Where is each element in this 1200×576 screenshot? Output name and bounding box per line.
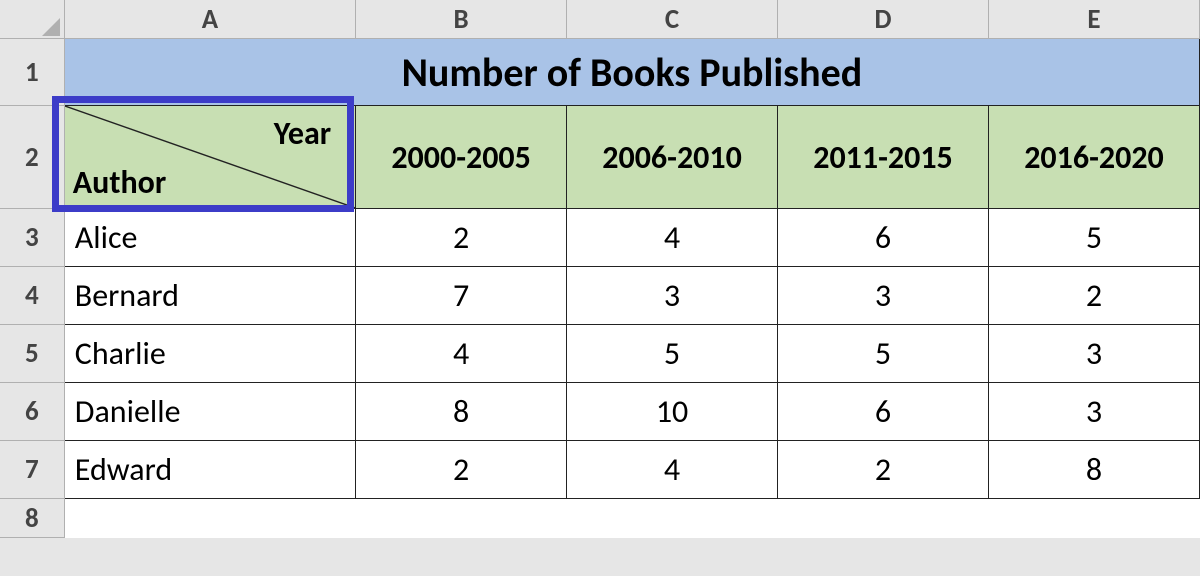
data-cell[interactable]: 5 bbox=[778, 325, 989, 383]
data-cell[interactable]: 3 bbox=[567, 267, 778, 325]
grid[interactable]: A B C D E 1 Number of Books Published 2 … bbox=[0, 0, 1200, 538]
column-header-row: A B C D E bbox=[0, 0, 1200, 39]
spreadsheet-view: { "columns": ["A","B","C","D","E"], "row… bbox=[0, 0, 1200, 576]
data-cell[interactable]: 7 bbox=[356, 267, 567, 325]
data-cell[interactable]: 10 bbox=[567, 383, 778, 441]
author-cell[interactable]: Charlie bbox=[64, 325, 355, 383]
row-header-6[interactable]: 6 bbox=[0, 383, 64, 441]
author-cell[interactable]: Bernard bbox=[64, 267, 355, 325]
row-header-2[interactable]: 2 bbox=[0, 106, 64, 209]
data-cell[interactable]: 4 bbox=[567, 209, 778, 267]
data-cell[interactable]: 3 bbox=[778, 267, 989, 325]
author-cell[interactable]: Edward bbox=[64, 441, 355, 499]
author-cell[interactable]: Alice bbox=[64, 209, 355, 267]
column-header-B[interactable]: B bbox=[356, 0, 567, 39]
row-header-3[interactable]: 3 bbox=[0, 209, 64, 267]
data-cell[interactable]: 5 bbox=[567, 325, 778, 383]
column-header-D[interactable]: D bbox=[778, 0, 989, 39]
period-header-2[interactable]: 2011-2015 bbox=[778, 106, 989, 209]
data-cell[interactable]: 2 bbox=[356, 441, 567, 499]
data-cell[interactable]: 4 bbox=[567, 441, 778, 499]
data-cell[interactable]: 2 bbox=[778, 441, 989, 499]
data-cell[interactable]: 3 bbox=[988, 383, 1199, 441]
row-header-8[interactable]: 8 bbox=[0, 499, 64, 538]
column-header-A[interactable]: A bbox=[64, 0, 355, 39]
data-cell[interactable]: 2 bbox=[356, 209, 567, 267]
data-cell[interactable]: 6 bbox=[778, 209, 989, 267]
select-all-corner[interactable] bbox=[0, 0, 64, 39]
diagonal-header-cell[interactable]: Year Author bbox=[64, 106, 355, 209]
author-cell[interactable]: Danielle bbox=[64, 383, 355, 441]
diag-label-year: Year bbox=[274, 114, 331, 153]
row-header-7[interactable]: 7 bbox=[0, 441, 64, 499]
period-header-1[interactable]: 2006-2010 bbox=[567, 106, 778, 209]
data-cell[interactable]: 8 bbox=[356, 383, 567, 441]
title-cell[interactable]: Number of Books Published bbox=[64, 39, 1199, 106]
period-header-0[interactable]: 2000-2005 bbox=[356, 106, 567, 209]
diag-label-author: Author bbox=[73, 163, 166, 202]
data-cell[interactable]: 4 bbox=[356, 325, 567, 383]
row-header-1[interactable]: 1 bbox=[0, 39, 64, 106]
row-header-4[interactable]: 4 bbox=[0, 267, 64, 325]
data-cell[interactable]: 8 bbox=[988, 441, 1199, 499]
column-header-C[interactable]: C bbox=[567, 0, 778, 39]
data-cell[interactable]: 3 bbox=[988, 325, 1199, 383]
empty-cell[interactable] bbox=[64, 499, 1199, 538]
period-header-3[interactable]: 2016-2020 bbox=[988, 106, 1199, 209]
row-header-5[interactable]: 5 bbox=[0, 325, 64, 383]
data-cell[interactable]: 5 bbox=[988, 209, 1199, 267]
data-cell[interactable]: 2 bbox=[988, 267, 1199, 325]
column-header-E[interactable]: E bbox=[988, 0, 1199, 39]
data-cell[interactable]: 6 bbox=[778, 383, 989, 441]
